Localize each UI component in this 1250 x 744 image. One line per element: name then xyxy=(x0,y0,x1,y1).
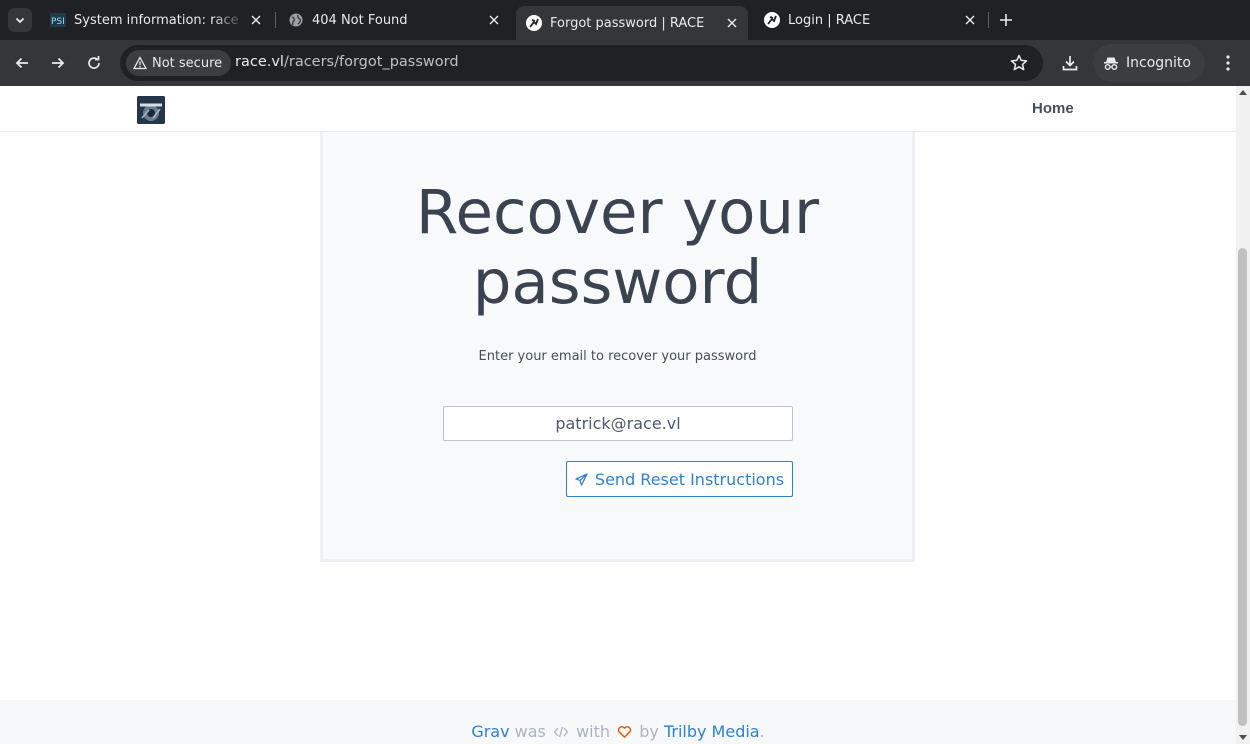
tab-404-not-found[interactable]: 404 Not Found xyxy=(278,0,510,40)
footer-period: . xyxy=(759,722,765,741)
tab-forgot-password[interactable]: Forgot password | RACE xyxy=(516,6,748,40)
plus-icon xyxy=(1000,14,1012,26)
incognito-profile-button[interactable]: Incognito xyxy=(1093,44,1205,82)
address-bar[interactable]: Not secure race.vl/racers/forgot_passwor… xyxy=(120,45,1043,81)
race-icon xyxy=(526,15,542,31)
page-title: Recover your password xyxy=(323,178,912,318)
paper-plane-icon xyxy=(575,472,588,486)
tab-system-information[interactable]: PSI System information: race xyxy=(40,0,272,40)
scrollbar-thumb[interactable] xyxy=(1238,248,1247,726)
close-tab-button[interactable] xyxy=(246,10,266,30)
psi-icon: PSI xyxy=(50,12,66,28)
scroll-down-arrow[interactable] xyxy=(1239,735,1247,740)
star-icon xyxy=(1010,54,1028,71)
tab-title: 404 Not Found xyxy=(312,12,408,28)
url-host: race.vl xyxy=(235,54,284,70)
tab-login[interactable]: Login | RACE xyxy=(754,0,986,40)
url-text[interactable]: race.vl/racers/forgot_password xyxy=(235,54,459,70)
new-tab-button[interactable] xyxy=(996,10,1016,30)
recover-password-card: Recover your password Enter your email t… xyxy=(320,106,915,562)
footer-with: with xyxy=(576,722,611,741)
warning-icon xyxy=(133,56,147,70)
close-icon xyxy=(489,15,499,25)
grav-link[interactable]: Grav xyxy=(471,722,509,741)
tab-title: Forgot password | RACE xyxy=(550,15,705,31)
forward-button[interactable] xyxy=(46,51,70,75)
tab-separator xyxy=(275,12,276,28)
profile-label: Incognito xyxy=(1126,55,1191,71)
site-header: Home xyxy=(0,86,1236,132)
tab-title: Login | RACE xyxy=(788,12,871,28)
footer-by: by xyxy=(639,722,659,741)
send-button-label: Send Reset Instructions xyxy=(594,469,785,489)
email-field[interactable] xyxy=(443,406,793,441)
footer-was: was xyxy=(514,722,546,741)
arrow-right-icon xyxy=(52,57,65,69)
back-button[interactable] xyxy=(10,51,34,75)
trilby-media-link[interactable]: Trilby Media xyxy=(664,722,760,741)
close-icon xyxy=(251,15,261,25)
arrow-left-icon xyxy=(15,57,28,69)
svg-text:PSI: PSI xyxy=(51,17,65,27)
tab-search-button[interactable] xyxy=(8,8,32,32)
download-icon xyxy=(1062,56,1078,71)
chevron-down-icon xyxy=(15,17,25,24)
downloads-button[interactable] xyxy=(1058,51,1082,75)
reload-icon xyxy=(88,56,100,69)
page-title-text: Recover your password xyxy=(415,177,820,318)
site-footer: Grav was with by Trilby Media. xyxy=(0,700,1236,744)
page-subtitle: Enter your email to recover your passwor… xyxy=(478,349,757,364)
close-tab-button[interactable] xyxy=(722,13,742,33)
close-tab-button[interactable] xyxy=(960,10,980,30)
tab-separator xyxy=(988,12,989,28)
browser-tabstrip: PSI System information: race 404 Not Fou… xyxy=(0,0,1250,40)
scroll-up-arrow[interactable] xyxy=(1239,90,1247,95)
browser-toolbar: Not secure race.vl/racers/forgot_passwor… xyxy=(0,40,1250,86)
bookmark-button[interactable] xyxy=(1009,53,1029,73)
race-icon xyxy=(764,12,780,28)
tab-title: System information: race xyxy=(74,12,239,28)
close-tab-button[interactable] xyxy=(484,10,504,30)
incognito-icon xyxy=(1104,57,1118,70)
page-scrollbar[interactable] xyxy=(1236,86,1250,744)
page-viewport: Recover your password Enter your email t… xyxy=(0,86,1236,744)
send-reset-instructions-button[interactable]: Send Reset Instructions xyxy=(566,461,793,497)
globe-icon xyxy=(288,12,304,28)
code-icon xyxy=(553,726,569,738)
more-vert-icon xyxy=(1226,55,1230,71)
heart-icon xyxy=(617,726,632,738)
close-icon xyxy=(965,15,975,25)
url-path: /racers/forgot_password xyxy=(283,54,459,70)
security-chip[interactable]: Not secure xyxy=(126,50,232,76)
close-icon xyxy=(727,18,737,28)
nav-home-link[interactable]: Home xyxy=(1032,100,1074,117)
security-chip-label: Not secure xyxy=(152,55,223,71)
reload-button[interactable] xyxy=(82,51,106,75)
site-logo[interactable] xyxy=(137,96,165,124)
browser-menu-button[interactable] xyxy=(1216,51,1240,75)
race-logo-icon xyxy=(137,96,165,124)
